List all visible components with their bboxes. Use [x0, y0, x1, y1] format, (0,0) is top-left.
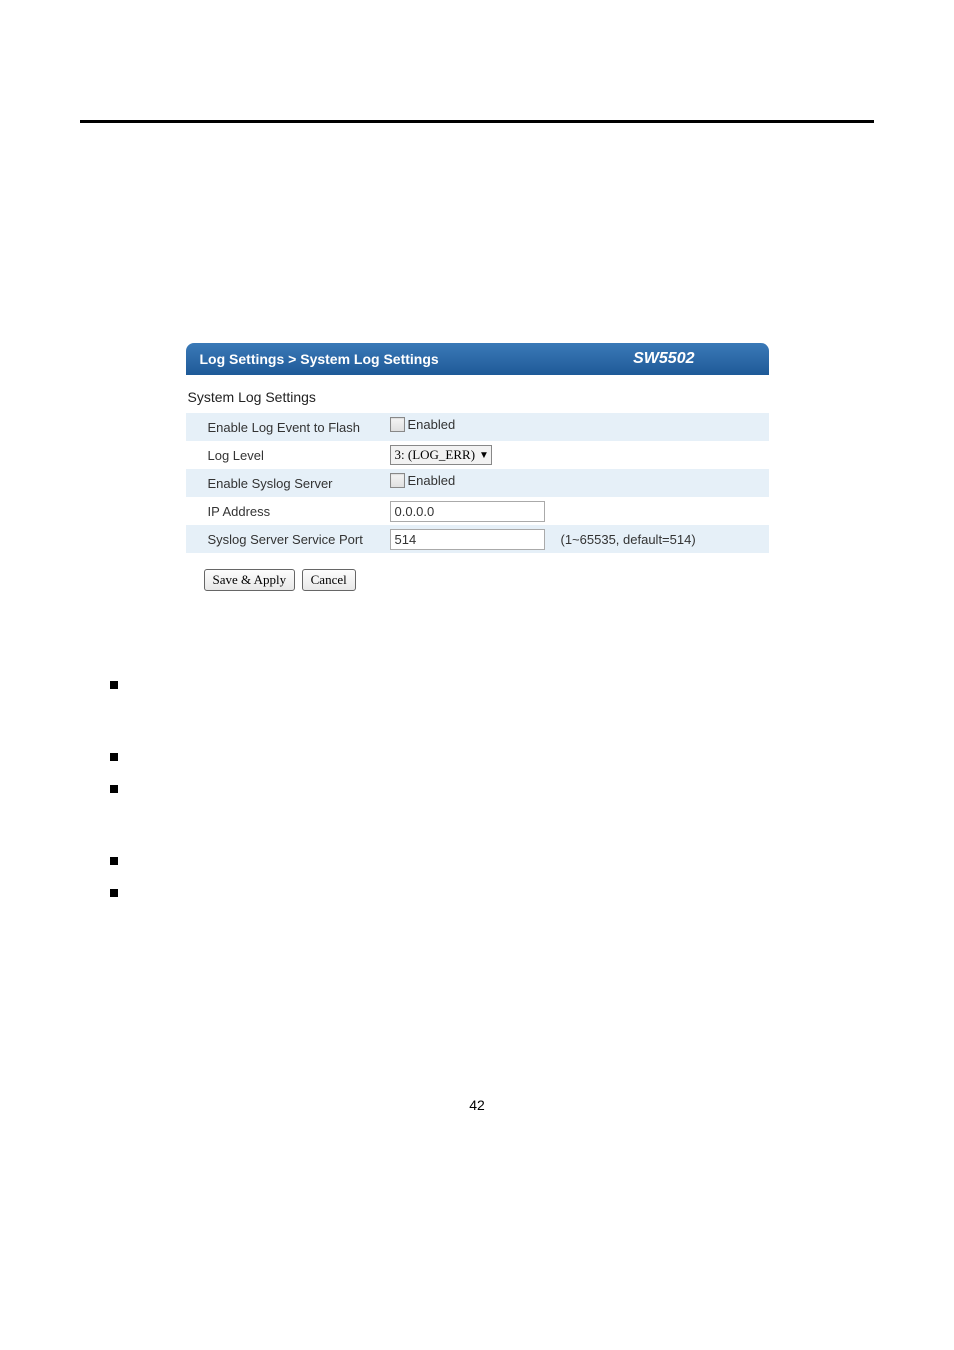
button-row: Save & Apply Cancel [204, 569, 769, 591]
top-rule [80, 120, 874, 123]
save-apply-button[interactable]: Save & Apply [204, 569, 296, 591]
checkbox-label-enable-flash: Enabled [408, 417, 456, 432]
label-ip-address: IP Address [206, 497, 388, 525]
row-log-level: Log Level 3: (LOG_ERR) ▼ [186, 441, 769, 469]
checkbox-label-enable-syslog: Enabled [408, 473, 456, 488]
checkbox-enable-flash[interactable]: Enabled [390, 417, 456, 432]
row-enable-flash: Enable Log Event to Flash Enabled [186, 413, 769, 441]
label-service-port: Syslog Server Service Port [206, 525, 388, 553]
chevron-down-icon: ▼ [479, 450, 489, 461]
row-ip-address: IP Address 0.0.0.0 [186, 497, 769, 525]
note-service-port: (1~65535, default=514) [557, 525, 769, 553]
label-log-level: Log Level [206, 441, 388, 469]
bullet-icon [110, 889, 118, 897]
bullet-icon [110, 753, 118, 761]
label-enable-flash: Enable Log Event to Flash [206, 413, 388, 441]
bullet-icon [110, 681, 118, 689]
panel-header: Log Settings > System Log Settings SW550… [186, 343, 769, 375]
row-enable-syslog: Enable Syslog Server Enabled [186, 469, 769, 497]
system-log-settings-panel: Log Settings > System Log Settings SW550… [186, 343, 769, 591]
row-service-port: Syslog Server Service Port 514 (1~65535,… [186, 525, 769, 553]
checkbox-icon [390, 417, 405, 432]
label-enable-syslog: Enable Syslog Server [206, 469, 388, 497]
page-number: 42 [0, 1097, 954, 1153]
select-value-log-level: 3: (LOG_ERR) [395, 447, 476, 463]
checkbox-icon [390, 473, 405, 488]
section-title: System Log Settings [188, 389, 769, 405]
cancel-button[interactable]: Cancel [302, 569, 356, 591]
bullet-list [110, 681, 954, 897]
bullet-icon [110, 857, 118, 865]
input-service-port[interactable]: 514 [390, 529, 545, 550]
bullet-icon [110, 785, 118, 793]
breadcrumb: Log Settings > System Log Settings [200, 351, 439, 367]
checkbox-enable-syslog[interactable]: Enabled [390, 473, 456, 488]
device-model: SW5502 [633, 350, 694, 368]
input-ip-address[interactable]: 0.0.0.0 [390, 501, 545, 522]
select-log-level[interactable]: 3: (LOG_ERR) ▼ [390, 445, 492, 465]
settings-table: Enable Log Event to Flash Enabled Log Le… [186, 413, 769, 553]
